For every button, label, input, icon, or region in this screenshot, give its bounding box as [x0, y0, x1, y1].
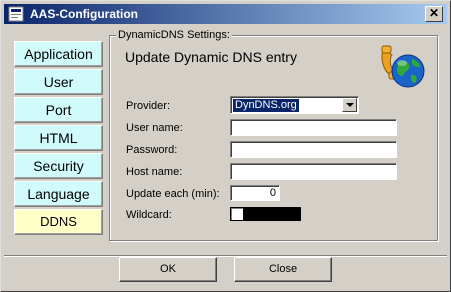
app-icon [8, 6, 24, 22]
update-interval-label: Update each (min): [126, 188, 220, 200]
nav-item-language[interactable]: Language [14, 181, 103, 207]
section-heading: Update Dynamic DNS entry [125, 49, 297, 65]
provider-selected-value: DynDNS.org [233, 99, 299, 112]
update-interval-input[interactable]: 0 [230, 185, 280, 201]
nav-item-port[interactable]: Port [14, 97, 103, 123]
hostname-label: Host name: [126, 166, 183, 178]
config-window: AAS-Configuration ✕ Application User Por… [0, 0, 451, 292]
provider-label: Provider: [126, 100, 171, 112]
wildcard-checkbox[interactable] [231, 208, 243, 220]
nav-item-ddns[interactable]: DDNS [14, 209, 103, 235]
ok-button[interactable]: OK [119, 257, 217, 282]
close-button[interactable]: Close [234, 257, 332, 282]
globe-phone-icon [381, 45, 425, 88]
close-icon: ✕ [428, 6, 440, 20]
nav-item-user[interactable]: User [14, 69, 103, 95]
close-window-button[interactable]: ✕ [425, 6, 443, 22]
title-bar[interactable]: AAS-Configuration ✕ [4, 4, 447, 24]
hostname-input[interactable] [230, 163, 397, 180]
wildcard-field [230, 207, 301, 221]
chevron-down-icon[interactable] [342, 98, 357, 112]
password-label: Password: [126, 144, 178, 156]
wildcard-label: Wildcard: [126, 209, 172, 221]
nav-item-application[interactable]: Application [14, 41, 103, 67]
nav-item-security[interactable]: Security [14, 153, 103, 179]
group-title: DynamicDNS Settings: [116, 29, 232, 41]
client-area: Application User Port HTML Security Lang… [6, 29, 445, 252]
window-title: AAS-Configuration [30, 7, 138, 21]
username-input[interactable] [230, 119, 397, 136]
username-label: User name: [126, 122, 183, 134]
password-input[interactable] [230, 141, 397, 158]
button-panel [4, 255, 447, 288]
provider-select[interactable]: DynDNS.org [230, 96, 359, 114]
nav-item-html[interactable]: HTML [14, 125, 103, 151]
